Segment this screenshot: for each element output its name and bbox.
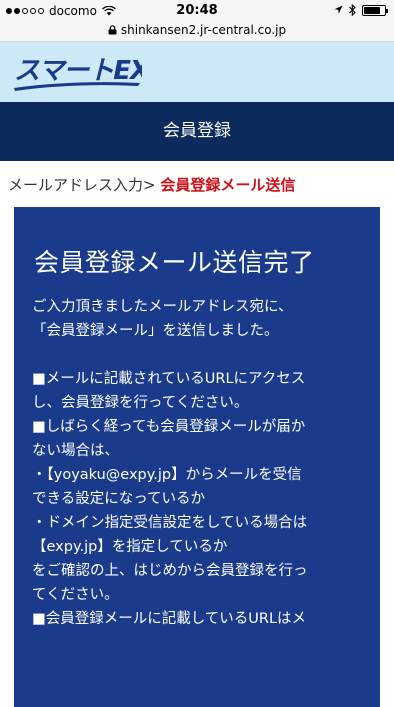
- breadcrumb-separator: >: [143, 176, 156, 194]
- body-line: ない場合は、: [32, 443, 119, 459]
- status-right: [334, 4, 388, 16]
- body-line: ■しばらく経っても会員登録メールが届か: [32, 419, 306, 435]
- breadcrumb-current: 会員登録メール送信: [160, 176, 296, 194]
- body-line: ・ドメイン指定受信設定をしている場合は: [32, 515, 308, 531]
- body-line: できる設定になっているか: [32, 491, 205, 507]
- body-line: 【expy.jp】を指定しているか: [32, 539, 228, 555]
- lock-icon: [108, 25, 117, 35]
- svg-text:スマートEX: スマートEX: [14, 56, 142, 86]
- body-line: ・【yoyaku@expy.jp】からメールを受信: [32, 467, 302, 483]
- body-line: ■メールに記載されているURLにアクセス: [32, 371, 306, 387]
- page-title: 会員登録: [0, 102, 394, 161]
- url-text: shinkansen2.jr-central.co.jp: [120, 23, 287, 37]
- status-bar: docomo 20:48: [0, 0, 394, 22]
- panel-body: ご入力頂きましたメールアドレス宛に、 「会員登録メール」を送信しました。 ■メー…: [30, 295, 364, 631]
- breadcrumb-step-email: メールアドレス入力: [8, 176, 144, 194]
- confirmation-panel: 会員登録メール送信完了 ご入力頂きましたメールアドレス宛に、 「会員登録メール」…: [14, 207, 380, 707]
- body-line: をご確認の上、はじめから会員登録を行っ: [32, 563, 308, 579]
- body-line: てください。: [32, 587, 119, 603]
- body-line: ■会員登録メールに記載しているURLはメ: [32, 611, 307, 627]
- bluetooth-icon: [349, 4, 356, 16]
- breadcrumb: メールアドレス入力> 会員登録メール送信: [8, 174, 388, 198]
- url-bar[interactable]: shinkansen2.jr-central.co.jp: [0, 22, 394, 42]
- body-line: し、会員登録を行ってください。: [32, 395, 249, 411]
- battery-icon: [362, 4, 388, 16]
- body-line: 「会員登録メール」を送信しました。: [32, 323, 279, 339]
- location-arrow-icon: [334, 5, 343, 14]
- logo-header: スマートEX: [0, 42, 394, 102]
- body-line: ご入力頂きましたメールアドレス宛に、: [32, 299, 293, 315]
- panel-heading: 会員登録メール送信完了: [34, 248, 315, 277]
- smart-ex-logo[interactable]: スマートEX: [12, 52, 142, 92]
